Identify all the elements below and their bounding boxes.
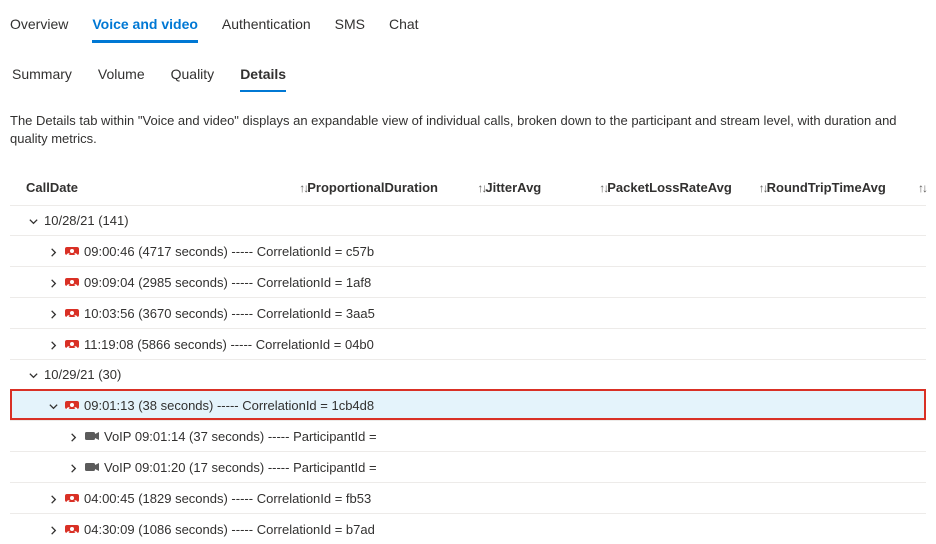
call-row[interactable]: 09:01:13 (38 seconds) ----- CorrelationI…: [10, 389, 926, 420]
participant-text: VoIP 09:01:20 (17 seconds) ----- Partici…: [104, 460, 377, 475]
call-text: 09:00:46 (4717 seconds) ----- Correlatio…: [84, 244, 374, 259]
sort-icon[interactable]: ↑↓: [599, 181, 607, 195]
date-group-row[interactable]: 10/28/21 (141): [10, 205, 926, 235]
participant-text: VoIP 09:01:14 (37 seconds) ----- Partici…: [104, 429, 377, 444]
phone-icon: [64, 397, 80, 413]
phone-icon: [64, 243, 80, 259]
tab-chat[interactable]: Chat: [389, 10, 419, 43]
call-row[interactable]: 04:00:45 (1829 seconds) ----- Correlatio…: [10, 482, 926, 513]
subtab-volume[interactable]: Volume: [98, 60, 145, 92]
call-row[interactable]: 09:00:46 (4717 seconds) ----- Correlatio…: [10, 235, 926, 266]
col-label: CallDate: [26, 180, 78, 195]
table-header: CallDate ↑↓ ProportionalDuration ↑↓ Jitt…: [10, 172, 926, 205]
call-row[interactable]: 04:30:09 (1086 seconds) ----- Correlatio…: [10, 513, 926, 544]
col-header-propduration[interactable]: ProportionalDuration ↑↓: [307, 180, 485, 195]
subtab-quality[interactable]: Quality: [171, 60, 215, 92]
col-label: ProportionalDuration: [307, 180, 438, 195]
tab-authentication[interactable]: Authentication: [222, 10, 311, 43]
call-text: 10:03:56 (3670 seconds) ----- Correlatio…: [84, 306, 375, 321]
chevron-right-icon[interactable]: [66, 429, 80, 443]
col-header-packetloss[interactable]: PacketLossRateAvg ↑↓: [607, 180, 766, 195]
col-header-calldate[interactable]: CallDate ↑↓: [26, 180, 307, 195]
rows-container: 10/28/21 (141) 09:00:46 (4717 seconds) -…: [10, 205, 926, 544]
col-label: PacketLossRateAvg: [607, 180, 732, 195]
col-header-jitter[interactable]: JitterAvg ↑↓: [485, 180, 607, 195]
phone-icon: [64, 274, 80, 290]
phone-icon: [64, 336, 80, 352]
tab-voice-video[interactable]: Voice and video: [92, 10, 198, 43]
col-label: RoundTripTimeAvg: [767, 180, 886, 195]
camera-icon: [84, 428, 100, 444]
chevron-right-icon[interactable]: [46, 337, 60, 351]
group-label: 10/29/21 (30): [44, 367, 121, 382]
call-row[interactable]: 10:03:56 (3670 seconds) ----- Correlatio…: [10, 297, 926, 328]
camera-icon: [84, 459, 100, 475]
col-header-rtt[interactable]: RoundTripTimeAvg ↑↓: [767, 180, 926, 195]
sort-icon[interactable]: ↑↓: [299, 181, 307, 195]
chevron-down-icon[interactable]: [26, 214, 40, 228]
col-label: JitterAvg: [485, 180, 541, 195]
participant-row[interactable]: VoIP 09:01:14 (37 seconds) ----- Partici…: [10, 420, 926, 451]
call-text: 11:19:08 (5866 seconds) ----- Correlatio…: [84, 337, 374, 352]
date-group-row[interactable]: 10/29/21 (30): [10, 359, 926, 389]
call-text: 09:09:04 (2985 seconds) ----- Correlatio…: [84, 275, 371, 290]
chevron-right-icon[interactable]: [46, 491, 60, 505]
chevron-down-icon[interactable]: [46, 398, 60, 412]
participant-row[interactable]: VoIP 09:01:20 (17 seconds) ----- Partici…: [10, 451, 926, 482]
chevron-down-icon[interactable]: [26, 368, 40, 382]
tab-overview[interactable]: Overview: [10, 10, 68, 43]
call-row[interactable]: 09:09:04 (2985 seconds) ----- Correlatio…: [10, 266, 926, 297]
top-tab-bar: Overview Voice and video Authentication …: [10, 10, 926, 44]
sub-tab-bar: Summary Volume Quality Details: [10, 60, 926, 92]
sort-icon[interactable]: ↑↓: [759, 181, 767, 195]
phone-icon: [64, 521, 80, 537]
call-row[interactable]: 11:19:08 (5866 seconds) ----- Correlatio…: [10, 328, 926, 359]
group-label: 10/28/21 (141): [44, 213, 129, 228]
chevron-right-icon[interactable]: [66, 460, 80, 474]
call-text: 09:01:13 (38 seconds) ----- CorrelationI…: [84, 398, 374, 413]
phone-icon: [64, 305, 80, 321]
sort-icon[interactable]: ↑↓: [918, 181, 926, 195]
sort-icon[interactable]: ↑↓: [477, 181, 485, 195]
subtab-summary[interactable]: Summary: [12, 60, 72, 92]
tab-sms[interactable]: SMS: [335, 10, 365, 43]
chevron-right-icon[interactable]: [46, 275, 60, 289]
chevron-right-icon[interactable]: [46, 244, 60, 258]
chevron-right-icon[interactable]: [46, 522, 60, 536]
call-text: 04:30:09 (1086 seconds) ----- Correlatio…: [84, 522, 375, 537]
chevron-right-icon[interactable]: [46, 306, 60, 320]
details-description: The Details tab within "Voice and video"…: [10, 112, 926, 148]
subtab-details[interactable]: Details: [240, 60, 286, 92]
